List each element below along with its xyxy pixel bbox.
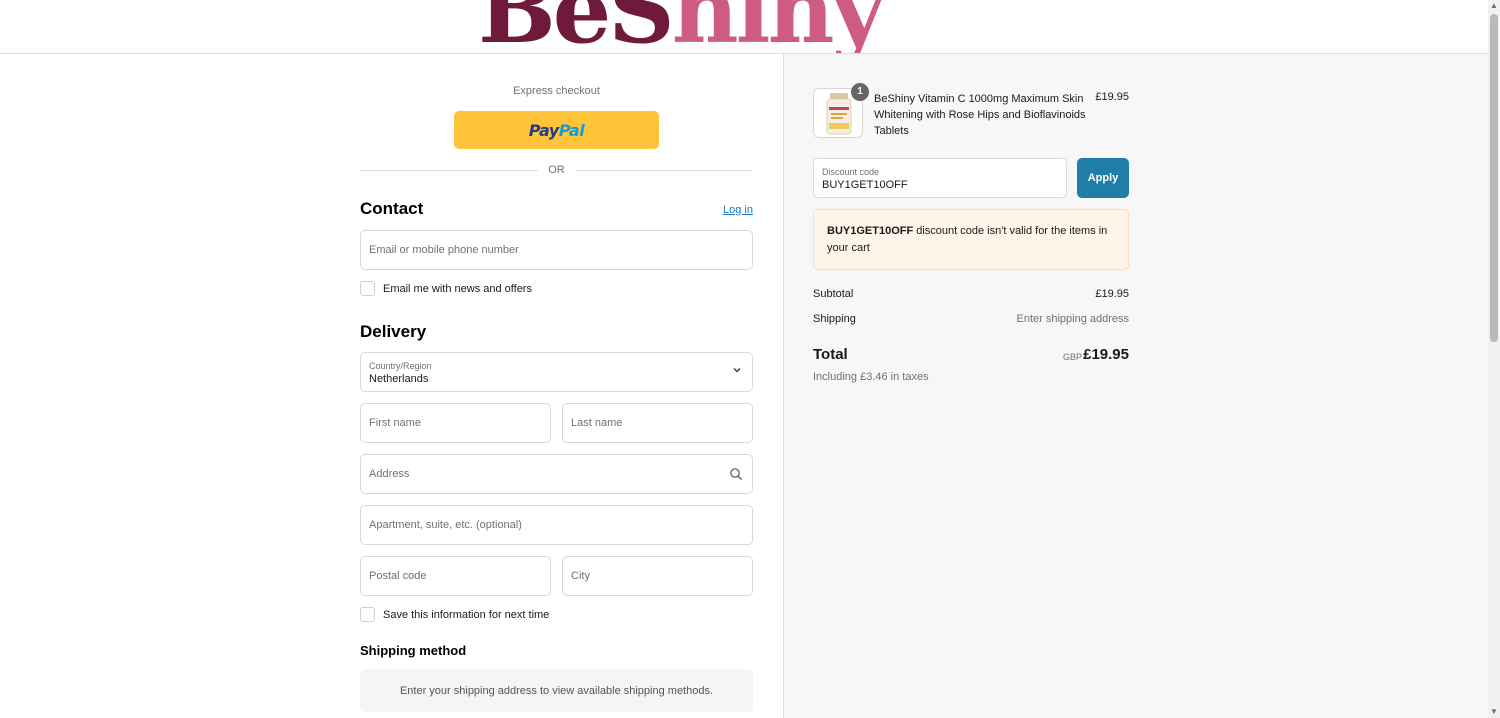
news-offers-checkbox-row[interactable]: Email me with news and offers xyxy=(360,281,532,296)
error-discount-code: BUY1GET10OFF xyxy=(827,225,914,237)
product-jar-image xyxy=(826,93,852,135)
order-summary-panel xyxy=(783,54,1488,718)
quantity-badge: 1 xyxy=(851,83,869,101)
logo-text-dark: BeS xyxy=(478,0,675,54)
total-value: £19.95 xyxy=(1083,346,1129,363)
postal-code-field[interactable] xyxy=(360,556,551,596)
shipping-method-heading: Shipping method xyxy=(360,643,467,658)
header: BeShiny xyxy=(0,0,1488,54)
apartment-input[interactable] xyxy=(361,506,752,544)
paypal-logo-pay: Pay xyxy=(528,120,559,140)
or-divider: OR xyxy=(360,163,753,177)
login-link[interactable]: Log in xyxy=(723,204,753,216)
taxes-note: Including £3.46 in taxes xyxy=(813,371,929,383)
city-field[interactable] xyxy=(562,556,753,596)
scroll-down-arrow-icon[interactable]: ▼ xyxy=(1490,708,1498,716)
first-name-input[interactable] xyxy=(361,404,550,442)
page-scrollbar[interactable]: ▲ ▼ xyxy=(1488,0,1500,718)
logo-text-pink: hiny xyxy=(671,0,885,54)
express-checkout-label: Express checkout xyxy=(513,85,600,97)
postal-code-input[interactable] xyxy=(361,557,550,595)
country-label: Country/Region xyxy=(369,361,432,371)
shipping-value: Enter shipping address xyxy=(1016,313,1129,325)
address-field[interactable] xyxy=(360,454,753,494)
apartment-field[interactable] xyxy=(360,505,753,545)
last-name-input[interactable] xyxy=(563,404,752,442)
news-offers-checkbox[interactable] xyxy=(360,281,375,296)
total-label: Total xyxy=(813,346,848,363)
paypal-button[interactable]: Pay Pal xyxy=(454,111,659,149)
discount-code-label: Discount code xyxy=(822,167,880,177)
address-input[interactable] xyxy=(361,455,752,493)
search-icon[interactable] xyxy=(729,467,743,481)
discount-code-field[interactable]: Discount code BUY1GET10OFF xyxy=(813,158,1067,198)
save-info-checkbox[interactable] xyxy=(360,607,375,622)
subtotal-label: Subtotal xyxy=(813,288,854,300)
delivery-heading: Delivery xyxy=(360,322,427,341)
subtotal-value: £19.95 xyxy=(1095,288,1129,300)
country-value: Netherlands xyxy=(369,373,429,385)
product-price: £19.95 xyxy=(1095,91,1129,103)
scrollbar-thumb[interactable] xyxy=(1490,14,1498,342)
product-name: BeShiny Vitamin C 1000mg Maximum Skin Wh… xyxy=(874,93,1086,137)
contact-heading: Contact xyxy=(360,199,424,218)
chevron-down-icon xyxy=(733,368,741,373)
discount-error-message: BUY1GET10OFF discount code isn't valid f… xyxy=(813,209,1129,270)
shipping-label: Shipping xyxy=(813,313,856,325)
save-info-checkbox-row[interactable]: Save this information for next time xyxy=(360,607,549,622)
discount-code-value: BUY1GET10OFF xyxy=(822,179,908,191)
brand-logo-text: BeShiny xyxy=(478,0,885,53)
save-info-label: Save this information for next time xyxy=(383,608,550,621)
divider-line-right xyxy=(575,170,753,171)
first-name-field[interactable] xyxy=(360,403,551,443)
scroll-up-arrow-icon[interactable]: ▲ xyxy=(1490,2,1498,10)
city-input[interactable] xyxy=(563,557,752,595)
news-offers-label: Email me with news and offers xyxy=(383,282,532,295)
paypal-logo-pal: Pal xyxy=(558,120,585,140)
total-currency: GBP xyxy=(1063,352,1083,362)
email-field[interactable] xyxy=(360,230,753,270)
country-select[interactable]: Country/Region Netherlands xyxy=(360,352,753,392)
shipping-method-notice: Enter your shipping address to view avai… xyxy=(360,669,753,712)
last-name-field[interactable] xyxy=(562,403,753,443)
brand-logo[interactable]: BeShiny xyxy=(478,0,898,53)
email-input[interactable] xyxy=(361,231,752,269)
shipping-method-notice-text: Enter your shipping address to view avai… xyxy=(399,684,714,697)
apply-discount-button[interactable]: Apply xyxy=(1077,158,1129,198)
